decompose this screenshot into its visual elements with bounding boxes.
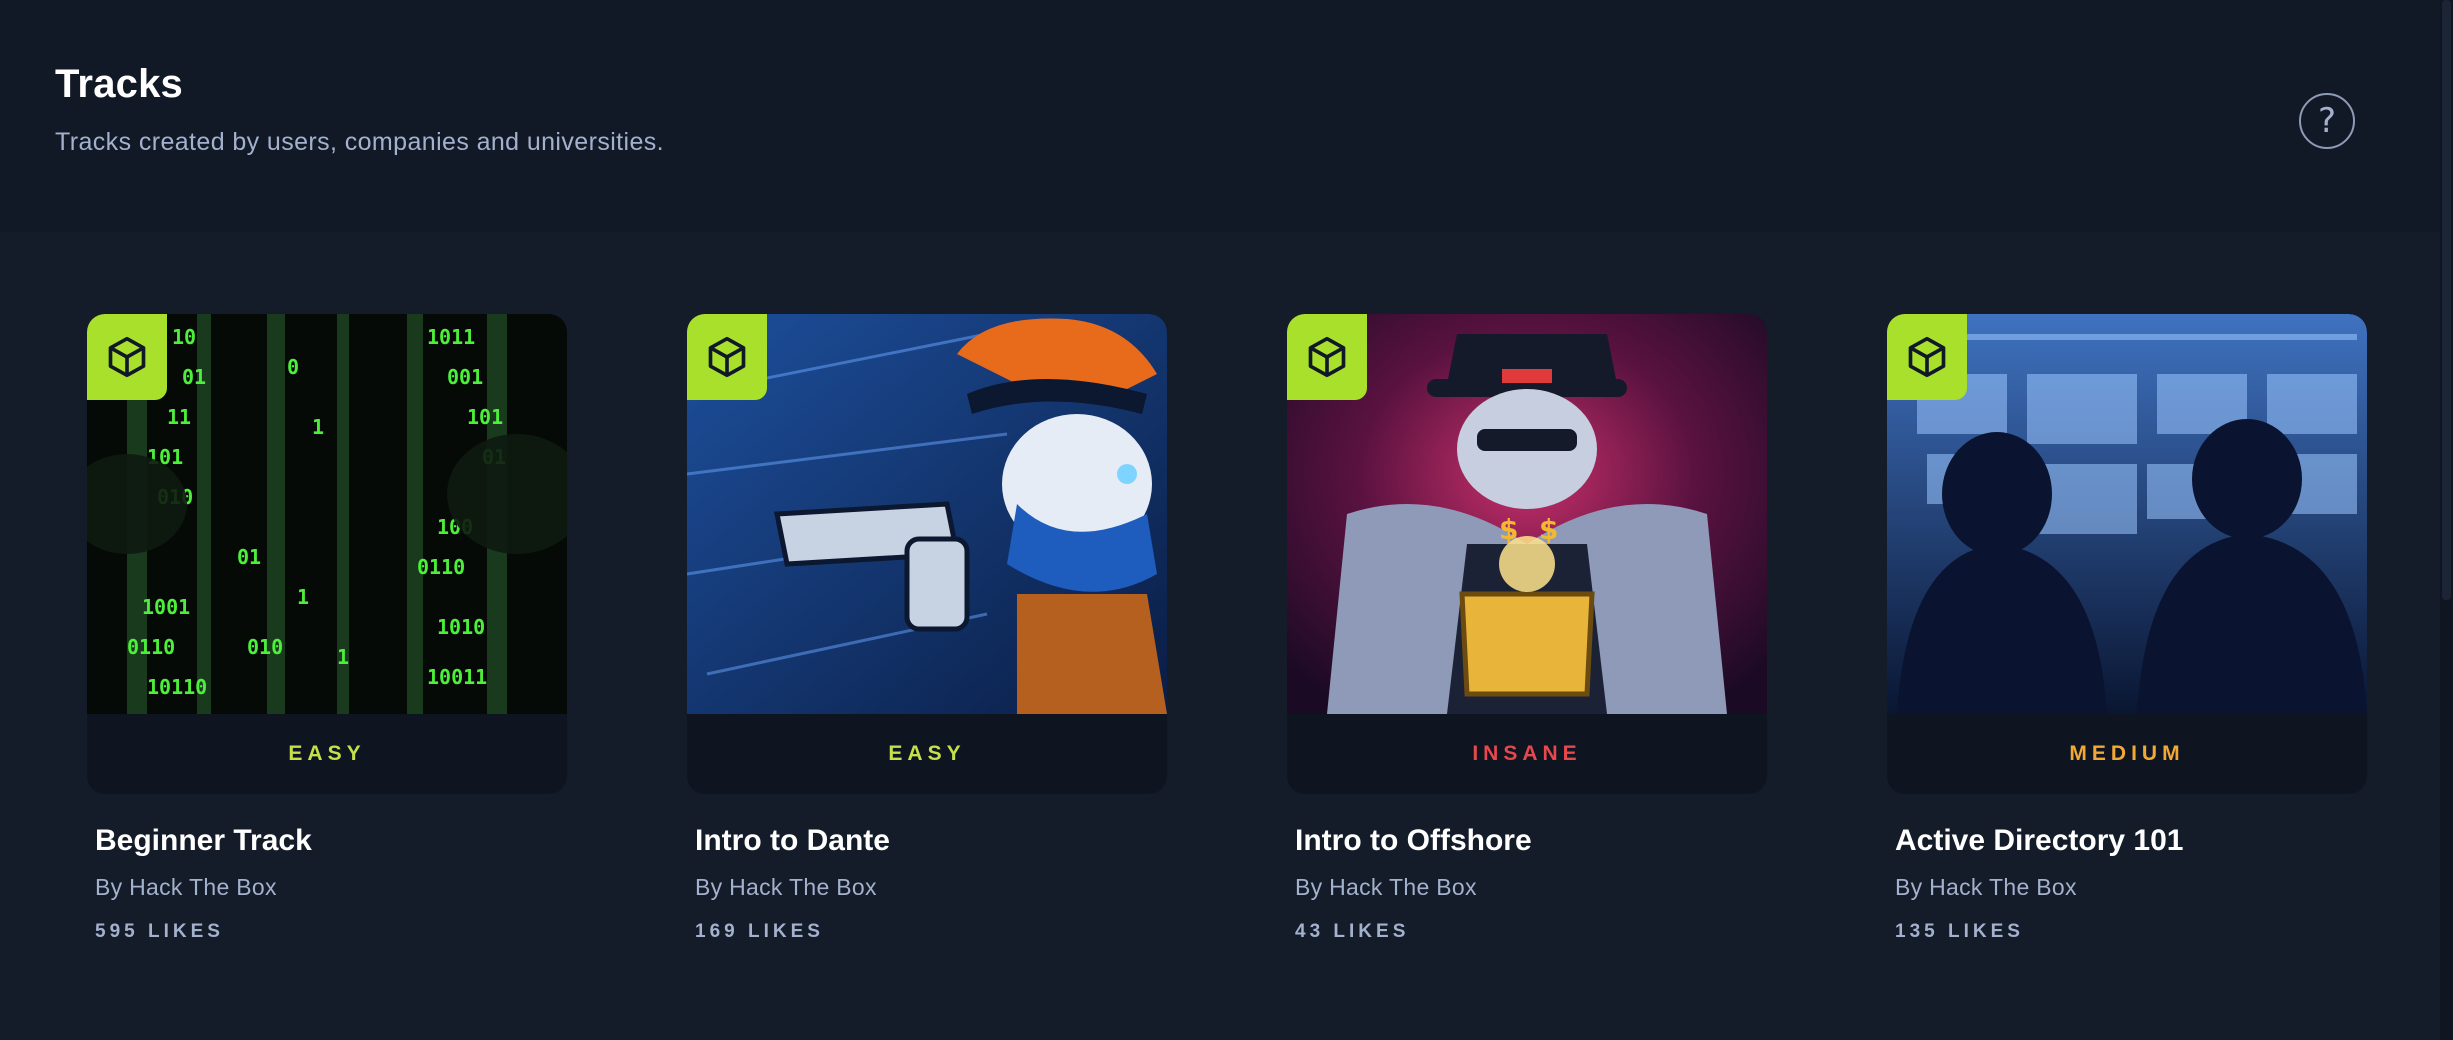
cube-icon xyxy=(1908,336,1946,378)
svg-text:101: 101 xyxy=(467,405,503,429)
svg-text:1: 1 xyxy=(297,585,309,609)
track-title[interactable]: Intro to Offshore xyxy=(1287,824,1767,858)
track-title[interactable]: Active Directory 101 xyxy=(1887,824,2367,858)
svg-text:10110: 10110 xyxy=(147,675,207,699)
track-card-media[interactable]: $ $ INSANE xyxy=(1287,314,1767,794)
svg-text:1: 1 xyxy=(337,645,349,669)
svg-text:$: $ xyxy=(1539,513,1558,546)
difficulty-label: EASY xyxy=(888,742,966,765)
svg-text:11: 11 xyxy=(167,405,191,429)
cube-icon xyxy=(708,336,746,378)
track-likes: 135 LIKES xyxy=(1895,921,2024,942)
track-author: By Hack The Box xyxy=(695,874,877,900)
track-card-beginner[interactable]: 100111 1010101001 011010110 1011001101 0… xyxy=(87,314,567,943)
page-subtitle: Tracks created by users, companies and u… xyxy=(55,128,665,156)
page-header: Tracks Tracks created by users, companie… xyxy=(0,0,2440,232)
track-card-media[interactable]: 100111 1010101001 011010110 1011001101 0… xyxy=(87,314,567,794)
track-badge xyxy=(687,314,767,400)
page-title: Tracks xyxy=(55,62,183,106)
svg-text:010: 010 xyxy=(247,635,283,659)
track-author: By Hack The Box xyxy=(95,874,277,900)
svg-text:10: 10 xyxy=(172,325,196,349)
track-badge xyxy=(1287,314,1367,400)
track-author: By Hack The Box xyxy=(1895,874,2077,900)
svg-text:10011: 10011 xyxy=(427,665,487,689)
difficulty-label: EASY xyxy=(288,742,366,765)
track-likes: 169 LIKES xyxy=(695,921,824,942)
track-card-intro-to-dante[interactable]: EASY Intro to Dante By Hack The Box 169 … xyxy=(687,314,1167,943)
cube-icon xyxy=(1308,336,1346,378)
svg-text:$: $ xyxy=(1499,513,1518,546)
track-card-media[interactable]: MEDIUM xyxy=(1887,314,2367,794)
track-title[interactable]: Intro to Dante xyxy=(687,824,1167,858)
svg-text:1001: 1001 xyxy=(142,595,190,619)
track-likes: 43 LIKES xyxy=(1295,921,1410,942)
help-button[interactable]: ? xyxy=(2299,93,2355,149)
svg-text:001: 001 xyxy=(447,365,483,389)
svg-text:01: 01 xyxy=(182,365,206,389)
track-card-active-directory-101[interactable]: MEDIUM Active Directory 101 By Hack The … xyxy=(1887,314,2367,943)
track-card-media[interactable]: EASY xyxy=(687,314,1167,794)
svg-text:0110: 0110 xyxy=(127,635,175,659)
svg-text:1011: 1011 xyxy=(427,325,475,349)
difficulty-label: MEDIUM xyxy=(2069,742,2185,765)
track-card-intro-to-offshore[interactable]: $ $ INSANE Intro to Offshore By Hack The… xyxy=(1287,314,1767,943)
svg-text:1: 1 xyxy=(312,415,324,439)
svg-text:1010: 1010 xyxy=(437,615,485,639)
svg-text:0110: 0110 xyxy=(417,555,465,579)
scrollbar-thumb[interactable] xyxy=(2442,0,2451,600)
difficulty-label: INSANE xyxy=(1472,742,1582,765)
track-badge xyxy=(1887,314,1967,400)
svg-text:01: 01 xyxy=(237,545,261,569)
track-author: By Hack The Box xyxy=(1295,874,1477,900)
track-title[interactable]: Beginner Track xyxy=(87,824,567,858)
question-circle-icon: ? xyxy=(2317,101,2337,141)
track-badge xyxy=(87,314,167,400)
svg-text:0: 0 xyxy=(287,355,299,379)
cube-icon xyxy=(108,336,146,378)
track-likes: 595 LIKES xyxy=(95,921,224,942)
